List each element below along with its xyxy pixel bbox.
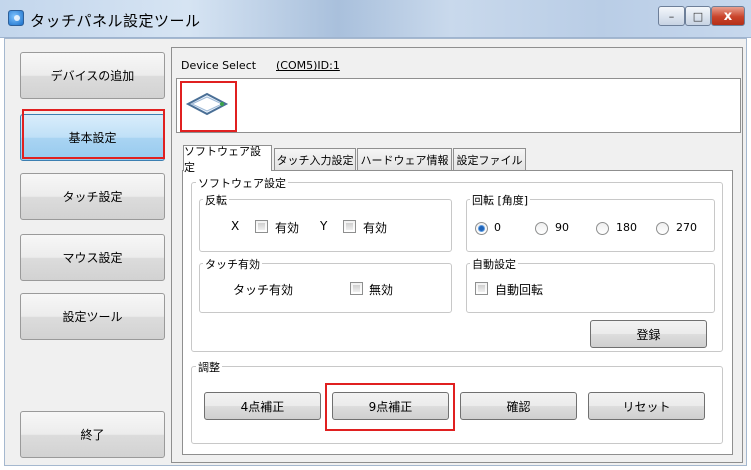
touch-panel-icon[interactable]	[184, 84, 230, 124]
device-select-label: Device Select	[181, 59, 257, 72]
reset-button[interactable]: リセット	[588, 392, 705, 420]
touch-disable-label: 無効	[369, 283, 394, 297]
rotation-label-270: 270	[676, 221, 697, 234]
calibration-title: 調整	[196, 359, 222, 375]
rotation-radio-180[interactable]	[596, 222, 609, 235]
rotation-label-180: 180	[616, 221, 637, 234]
touch-enable-label: タッチ有効	[233, 283, 294, 297]
mouse-settings-button[interactable]: マウス設定	[20, 234, 165, 281]
auto-rotate-label: 自動回転	[495, 283, 544, 297]
settings-tool-button[interactable]: 設定ツール	[20, 293, 165, 340]
rotation-label-90: 90	[555, 221, 569, 234]
confirm-button[interactable]: 確認	[460, 392, 577, 420]
tab-hardware-info[interactable]: ハードウェア情報	[357, 148, 452, 170]
invert-x-checkbox[interactable]	[255, 220, 268, 233]
exit-button[interactable]: 終了	[20, 411, 165, 458]
touch-enable-title: タッチ有効	[203, 256, 262, 272]
rotation-radio-270[interactable]	[656, 222, 669, 235]
basic-settings-button[interactable]: 基本設定	[20, 114, 165, 161]
tab-software-settings[interactable]: ソフトウェア設定	[183, 145, 272, 174]
tab-touch-input-settings[interactable]: タッチ入力設定	[274, 148, 356, 170]
four-point-calibration-button[interactable]: 4点補正	[204, 392, 321, 420]
device-list[interactable]	[176, 78, 741, 133]
invert-title: 反転	[203, 192, 229, 208]
window-title: タッチパネル設定ツール	[30, 12, 201, 30]
invert-y-enable-label: 有効	[363, 221, 388, 235]
title-bar[interactable]: タッチパネル設定ツール – □ x	[0, 0, 751, 38]
minimize-button[interactable]: –	[658, 6, 685, 26]
app-icon	[8, 10, 24, 26]
nine-point-calibration-button[interactable]: 9点補正	[332, 392, 449, 420]
rotation-title: 回転 [角度]	[470, 192, 531, 208]
touch-settings-button[interactable]: タッチ設定	[20, 173, 165, 220]
touch-disable-checkbox[interactable]	[350, 282, 363, 295]
tab-content-software: ソフトウェア設定 反転 X 有効 Y 有効 回転 [角度] 0 90 180 2…	[182, 170, 733, 455]
device-select-link[interactable]: (COM5)ID:1	[276, 59, 340, 72]
rotation-radio-0[interactable]	[475, 222, 488, 235]
tab-settings-file[interactable]: 設定ファイル	[453, 148, 526, 170]
close-button[interactable]: x	[711, 6, 745, 26]
invert-y-label: Y	[320, 219, 328, 233]
invert-x-label: X	[231, 219, 240, 233]
invert-x-enable-label: 有効	[275, 221, 300, 235]
invert-y-checkbox[interactable]	[343, 220, 356, 233]
rotation-label-0: 0	[494, 221, 501, 234]
maximize-button[interactable]: □	[685, 6, 711, 26]
auto-rotate-checkbox[interactable]	[475, 282, 488, 295]
auto-settings-title: 自動設定	[470, 256, 518, 272]
register-button[interactable]: 登録	[590, 320, 707, 348]
rotation-radio-90[interactable]	[535, 222, 548, 235]
software-settings-title: ソフトウェア設定	[196, 175, 288, 191]
add-device-button[interactable]: デバイスの追加	[20, 52, 165, 99]
